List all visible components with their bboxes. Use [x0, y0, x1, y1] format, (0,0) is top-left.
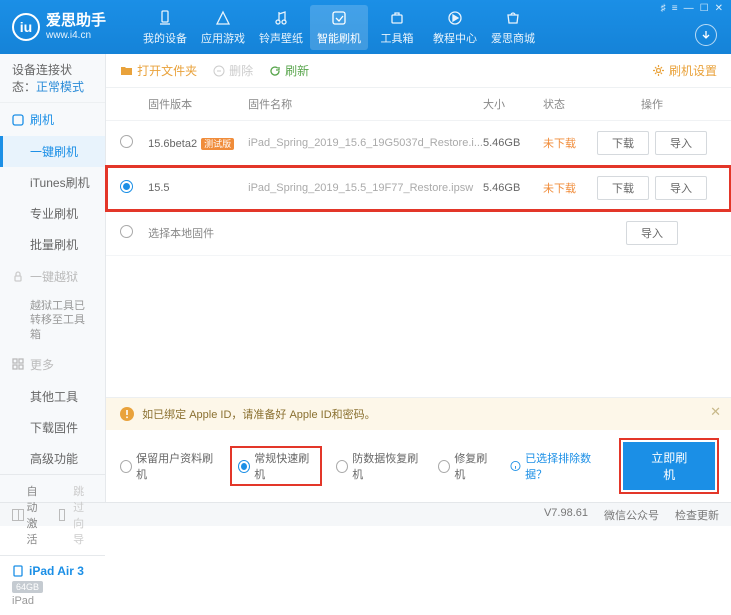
- import-button[interactable]: 导入: [655, 131, 707, 155]
- opt-keep-data[interactable]: 保留用户资料刷机: [120, 450, 216, 482]
- nav-my-device[interactable]: 我的设备: [136, 5, 194, 50]
- flash-options: 保留用户资料刷机 常规快速刷机 防数据恢复刷机 修复刷机 已选择排除数据？ 立即…: [106, 430, 731, 502]
- firmware-row[interactable]: 15.6beta2测试版 iPad_Spring_2019_15.6_19G50…: [106, 121, 731, 166]
- menu-icon[interactable]: ♯: [661, 3, 666, 14]
- flash-now-button[interactable]: 立即刷机: [623, 442, 715, 490]
- minimize-icon[interactable]: —: [684, 3, 694, 14]
- open-folder-button[interactable]: 打开文件夹: [120, 62, 197, 79]
- version-label: V7.98.61: [544, 507, 588, 523]
- row-radio[interactable]: [120, 180, 133, 193]
- download-button[interactable]: 下载: [597, 131, 649, 155]
- device-status: 设备连接状态：正常模式: [0, 54, 105, 103]
- nav-flash[interactable]: 智能刷机: [310, 5, 368, 50]
- row-radio[interactable]: [120, 225, 133, 238]
- opt-normal-fast[interactable]: 常规快速刷机: [232, 448, 320, 484]
- status-bar: V7.98.61 微信公众号 检查更新: [0, 502, 731, 526]
- brand-url: www.i4.cn: [46, 30, 106, 41]
- main-panel: 打开文件夹 删除 刷新 刷机设置 固件版本 固件名称 大小 状态 操作 15.6…: [106, 54, 731, 502]
- opt-repair[interactable]: 修复刷机: [438, 450, 494, 482]
- logo-icon: iu: [12, 13, 40, 41]
- tshirt-icon[interactable]: ≡: [672, 3, 678, 14]
- sidebar-group-jailbreak[interactable]: 一键越狱: [0, 260, 105, 293]
- refresh-button[interactable]: 刷新: [269, 62, 309, 79]
- close-warning-icon[interactable]: ✕: [710, 404, 721, 420]
- sidebar-item-downloadfw[interactable]: 下载固件: [0, 412, 105, 443]
- check-update-link[interactable]: 检查更新: [675, 507, 719, 523]
- import-button[interactable]: 导入: [626, 221, 678, 245]
- sidebar-item-other[interactable]: 其他工具: [0, 381, 105, 412]
- app-header: iu 爱思助手 www.i4.cn 我的设备 应用游戏 铃声壁纸 智能刷机 工具…: [0, 0, 731, 54]
- opt-anti-recovery[interactable]: 防数据恢复刷机: [336, 450, 422, 482]
- window-controls: ♯ ≡ — ☐ ✕: [661, 3, 723, 14]
- top-nav: 我的设备 应用游戏 铃声壁纸 智能刷机 工具箱 教程中心 爱思商城: [136, 5, 542, 50]
- sidebar-item-batch[interactable]: 批量刷机: [0, 229, 105, 260]
- row-radio[interactable]: [120, 135, 133, 148]
- nav-tools[interactable]: 工具箱: [368, 5, 426, 50]
- brand-name: 爱思助手: [46, 13, 106, 30]
- warning-icon: [120, 407, 134, 421]
- device-capacity: 64GB: [12, 581, 43, 593]
- download-button[interactable]: 下载: [597, 176, 649, 200]
- download-center-icon[interactable]: [695, 24, 717, 46]
- delete-button[interactable]: 删除: [213, 62, 253, 79]
- nav-ringtones[interactable]: 铃声壁纸: [252, 5, 310, 50]
- toolbar: 打开文件夹 删除 刷新 刷机设置: [106, 54, 731, 88]
- device-card[interactable]: iPad Air 3 64GB iPad: [0, 555, 105, 615]
- jailbreak-note: 越狱工具已转移至工具箱: [0, 293, 105, 348]
- sidebar-item-pro[interactable]: 专业刷机: [0, 198, 105, 229]
- bottom-panel: 如已绑定 Apple ID，请准备好 Apple ID和密码。 ✕ 保留用户资料…: [106, 397, 731, 502]
- firmware-row-selected[interactable]: 15.5 iPad_Spring_2019_15.5_19F77_Restore…: [106, 166, 731, 211]
- sidebar-item-itunes[interactable]: iTunes刷机: [0, 167, 105, 198]
- exclude-data-link[interactable]: 已选择排除数据？: [510, 450, 605, 482]
- table-header: 固件版本 固件名称 大小 状态 操作: [106, 88, 731, 121]
- logo-wrap: iu 爱思助手 www.i4.cn: [12, 13, 106, 41]
- sidebar-item-oneclick[interactable]: 一键刷机: [0, 136, 105, 167]
- nav-apps[interactable]: 应用游戏: [194, 5, 252, 50]
- device-model: iPad: [12, 595, 93, 607]
- sidebar-item-advanced[interactable]: 高级功能: [0, 443, 105, 474]
- maximize-icon[interactable]: ☐: [700, 3, 709, 14]
- beta-badge: 测试版: [201, 138, 234, 150]
- flash-now-wrap: 立即刷机: [621, 440, 717, 492]
- skip-guide-checkbox[interactable]: [59, 509, 66, 521]
- sidebar: 设备连接状态：正常模式 刷机 一键刷机 iTunes刷机 专业刷机 批量刷机 一…: [0, 54, 106, 502]
- import-button[interactable]: 导入: [655, 176, 707, 200]
- wechat-link[interactable]: 微信公众号: [604, 507, 659, 523]
- local-firmware-row[interactable]: 选择本地固件 导入: [106, 211, 731, 256]
- flash-settings-button[interactable]: 刷机设置: [652, 62, 717, 79]
- nav-tutorials[interactable]: 教程中心: [426, 5, 484, 50]
- close-icon[interactable]: ✕: [715, 3, 723, 14]
- device-name: iPad Air 3: [29, 564, 84, 578]
- warning-banner: 如已绑定 Apple ID，请准备好 Apple ID和密码。 ✕: [106, 398, 731, 430]
- sidebar-group-flash[interactable]: 刷机: [0, 103, 105, 136]
- block-itunes-checkbox[interactable]: [12, 509, 24, 521]
- nav-store[interactable]: 爱思商城: [484, 5, 542, 50]
- sidebar-group-more[interactable]: 更多: [0, 348, 105, 381]
